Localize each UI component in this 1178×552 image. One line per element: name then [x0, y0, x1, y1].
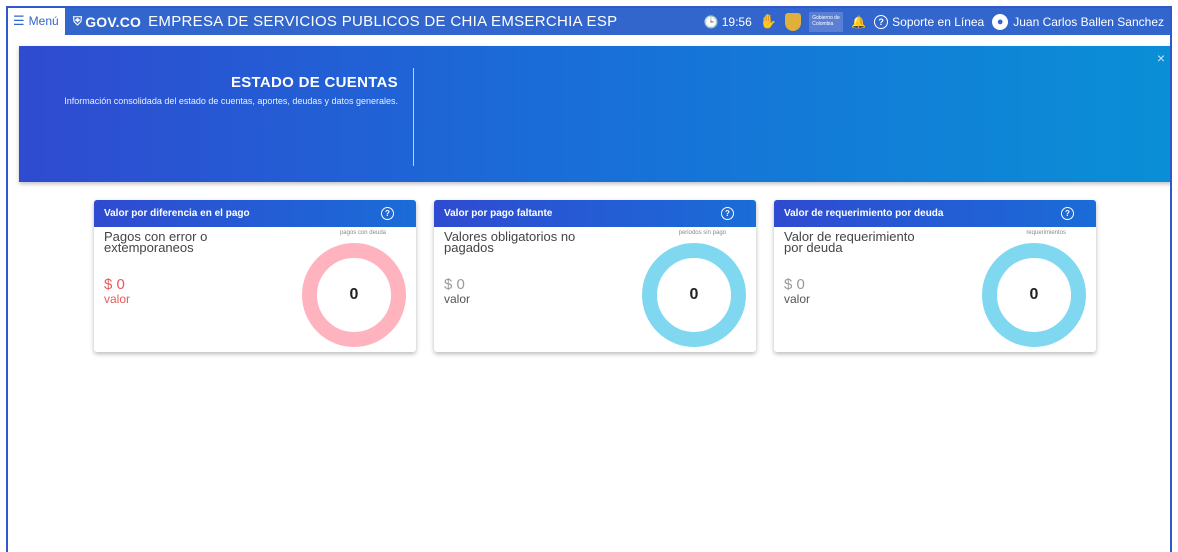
help-icon[interactable]: ? [381, 207, 394, 220]
card-description: Valor de requerimiento por deuda [784, 229, 915, 255]
card-amount: $ 0 [784, 276, 805, 293]
card-diferencia-pago: Valor por diferencia en el pago ? Pagos … [94, 200, 416, 352]
card-amount: $ 0 [104, 276, 125, 293]
clock-icon: 🕒 [703, 14, 719, 29]
app-title: EMPRESA DE SERVICIOS PUBLICOS DE CHIA EM… [148, 13, 618, 30]
help-icon[interactable]: ? [721, 207, 734, 220]
card-chart-label: requerimientos [1026, 230, 1066, 236]
card-requerimiento-deuda: Valor de requerimiento por deuda ? Valor… [774, 200, 1096, 352]
card-header: Valor de requerimiento por deuda ? [774, 200, 1096, 227]
donut-count: 0 [349, 286, 359, 303]
hero-divider [413, 68, 414, 166]
hamburger-icon: ☰ [13, 13, 25, 28]
clock: 🕒 19:56 [704, 15, 752, 29]
card-value-label: valor [104, 292, 131, 306]
user-name: Juan Carlos Ballen Sanchez [1013, 14, 1164, 29]
card-header: Valor por pago faltante ? [434, 200, 756, 227]
card-chart-label: periodos sin pago [678, 230, 726, 236]
donut-chart: 0 [642, 243, 746, 347]
header-tools: 🕒 19:56 ✋ Gobierno de Colombia 🔔 ? Sopor… [704, 8, 1164, 35]
gov-bar: ⛨ GOV.CO EMPRESA DE SERVICIOS PUBLICOS D… [65, 8, 1170, 35]
colombia-seal-icon [785, 12, 802, 31]
gov-logo-text: GOV.CO [85, 13, 142, 30]
card-pago-faltante: Valor por pago faltante ? Valores obliga… [434, 200, 756, 352]
card-header: Valor por diferencia en el pago ? [94, 200, 416, 227]
gov-logo[interactable]: ⛨ GOV.CO [73, 14, 141, 30]
sign-language-icon[interactable]: ✋ [760, 13, 777, 30]
card-chart-label: pagos con deuda [339, 230, 386, 236]
page-subtitle: Información consolidada del estado de cu… [64, 96, 398, 106]
card-description: Valores obligatorios no pagados [444, 229, 576, 255]
support-label: Soporte en Línea [892, 14, 985, 29]
shield-icon: ⛨ [73, 14, 83, 28]
hero-text: ESTADO DE CUENTAS Información consolidad… [58, 74, 398, 107]
card-title: Valor por pago faltante [444, 208, 553, 219]
app-frame: ☰ Menú ⛨ GOV.CO EMPRESA DE SERVICIOS PUB… [6, 6, 1172, 552]
gobierno-badge: Gobierno de Colombia [809, 11, 844, 32]
card-value-label: valor [784, 292, 811, 306]
top-bar: ☰ Menú ⛨ GOV.CO EMPRESA DE SERVICIOS PUB… [8, 8, 1170, 35]
card-title: Valor de requerimiento por deuda [784, 208, 944, 219]
user-avatar-icon: ● [992, 13, 1009, 30]
user-menu[interactable]: ● Juan Carlos Ballen Sanchez [992, 13, 1164, 30]
support-link[interactable]: ? Soporte en Línea [874, 14, 985, 29]
menu-button[interactable]: ☰ Menú [13, 13, 59, 29]
donut-count: 0 [689, 286, 699, 303]
help-icon[interactable]: ? [1061, 207, 1074, 220]
donut-chart: 0 [302, 243, 406, 347]
card-value-label: valor [444, 292, 471, 306]
page-title: ESTADO DE CUENTAS [230, 74, 398, 91]
card-title: Valor por diferencia en el pago [104, 208, 250, 219]
menu-label: Menú [28, 14, 59, 28]
close-icon[interactable]: × [1157, 50, 1165, 66]
donut-count: 0 [1029, 286, 1039, 303]
bell-icon[interactable]: 🔔 [851, 15, 866, 29]
card-description: Pagos con error o extemporaneos [104, 229, 208, 255]
card-amount: $ 0 [444, 276, 465, 293]
help-icon: ? [874, 14, 889, 29]
donut-chart: 0 [982, 243, 1086, 347]
clock-time: 19:56 [721, 14, 752, 29]
hero-banner: × ESTADO DE CUENTAS Información consolid… [19, 46, 1170, 182]
